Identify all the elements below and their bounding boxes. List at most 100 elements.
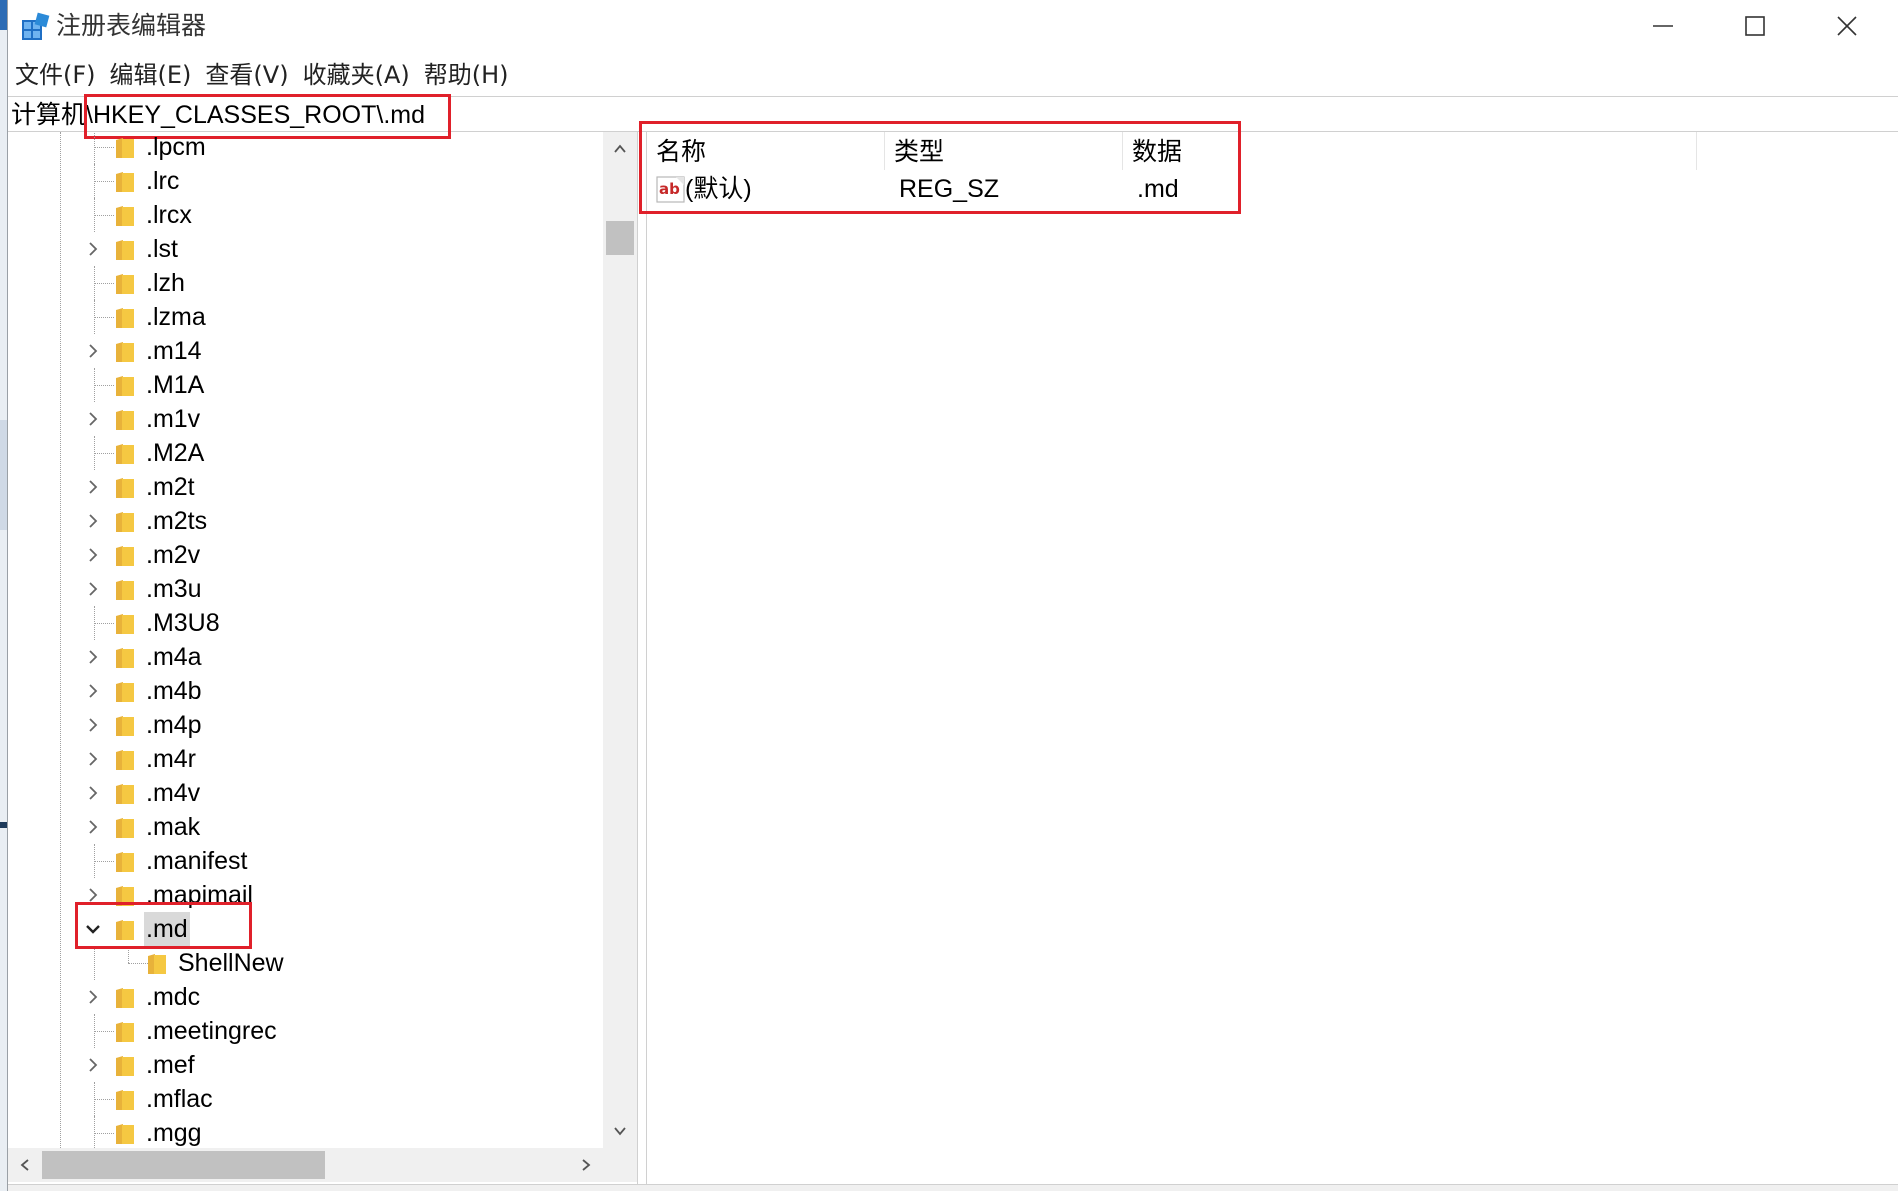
menu-edit[interactable]: 编辑(E) (103, 55, 199, 95)
tree-guide-line (94, 1031, 114, 1032)
chevron-right-icon[interactable] (84, 648, 102, 666)
tree-item-label: .mef (146, 1051, 195, 1079)
folder-icon (116, 1056, 134, 1076)
scroll-right-button[interactable] (569, 1148, 603, 1182)
window-title: 注册表编辑器 (56, 11, 207, 40)
folder-icon (116, 172, 134, 192)
tree-item-label: .m3u (146, 575, 202, 603)
tree-key-item[interactable]: .M3U8 (8, 606, 603, 640)
folder-icon (116, 1022, 134, 1042)
tree-item-label: .m4a (146, 643, 202, 671)
tree-guide-line (94, 1099, 114, 1100)
chevron-right-icon[interactable] (84, 988, 102, 1006)
tree-vertical-scrollbar[interactable] (603, 132, 637, 1148)
chevron-right-icon[interactable] (84, 478, 102, 496)
chevron-right-icon[interactable] (84, 580, 102, 598)
tree-item-label: .m2ts (146, 507, 208, 535)
menu-favorites[interactable]: 收藏夹(A) (296, 55, 417, 95)
tree-key-item[interactable]: .lpcm (8, 132, 603, 164)
tree-item-label: .m2v (146, 541, 201, 569)
tree-horizontal-scrollbar[interactable] (8, 1148, 603, 1182)
tree-key-item[interactable]: .mgg (8, 1116, 603, 1148)
tree-subkey-item[interactable]: ShellNew (8, 946, 603, 980)
tree-key-item[interactable]: .meetingrec (8, 1014, 603, 1048)
scroll-thumb[interactable] (606, 221, 634, 255)
chevron-right-icon[interactable] (84, 818, 102, 836)
tree-key-item[interactable]: .m4b (8, 674, 603, 708)
chevron-right-icon[interactable] (84, 546, 102, 564)
menu-bar: 文件(F) 编辑(E) 查看(V) 收藏夹(A) 帮助(H) (8, 55, 516, 95)
folder-icon (116, 614, 134, 634)
folder-icon (116, 988, 134, 1008)
menu-help[interactable]: 帮助(H) (417, 55, 516, 95)
tree-key-item[interactable]: .mak (8, 810, 603, 844)
tree-key-item[interactable]: .m14 (8, 334, 603, 368)
hscroll-thumb[interactable] (42, 1151, 325, 1179)
tree-key-item[interactable]: .M1A (8, 368, 603, 402)
tree-item-label: .lst (146, 235, 178, 263)
folder-icon (116, 478, 134, 498)
chevron-right-icon[interactable] (84, 1056, 102, 1074)
minimize-button[interactable] (1617, 0, 1709, 52)
tree-key-item[interactable]: .m2v (8, 538, 603, 572)
tree-key-item[interactable]: .m4a (8, 640, 603, 674)
tree-item-label: .mdc (146, 983, 201, 1011)
tree-key-item[interactable]: .lzma (8, 300, 603, 334)
chevron-right-icon[interactable] (84, 716, 102, 734)
annotation-box-values (639, 121, 1241, 214)
menu-view[interactable]: 查看(V) (198, 55, 295, 95)
tree-key-item[interactable]: .m4v (8, 776, 603, 810)
tree-key-item[interactable]: .m2ts (8, 504, 603, 538)
folder-icon (116, 784, 134, 804)
tree-key-item[interactable]: .lst (8, 232, 603, 266)
tree-item-label: .m4v (146, 779, 201, 807)
tree-key-item[interactable]: .mef (8, 1048, 603, 1082)
scroll-up-button[interactable] (603, 132, 637, 166)
tree-guide-line (94, 317, 114, 318)
tree-key-item[interactable]: .m4p (8, 708, 603, 742)
folder-icon (116, 206, 134, 226)
menu-file[interactable]: 文件(F) (8, 55, 103, 95)
chevron-right-icon[interactable] (84, 784, 102, 802)
tree-key-item[interactable]: .m4r (8, 742, 603, 776)
chevron-up-icon (614, 144, 626, 153)
tree-key-item[interactable]: .mflac (8, 1082, 603, 1116)
tree-item-label: .manifest (146, 847, 248, 875)
maximize-button[interactable] (1709, 0, 1801, 52)
tree-key-item[interactable]: .m3u (8, 572, 603, 606)
title-bar[interactable]: 注册表编辑器 (8, 0, 1898, 52)
chevron-right-icon[interactable] (84, 342, 102, 360)
folder-icon (116, 410, 134, 430)
tree-key-item[interactable]: .lzh (8, 266, 603, 300)
maximize-icon (1745, 16, 1765, 36)
chevron-right-icon[interactable] (84, 410, 102, 428)
tree-guide-line (94, 946, 95, 980)
chevron-right-icon[interactable] (84, 682, 102, 700)
folder-icon (116, 138, 134, 158)
folder-icon (116, 1124, 134, 1144)
tree-key-item[interactable]: .m1v (8, 402, 603, 436)
scroll-down-button[interactable] (603, 1114, 637, 1148)
chevron-right-icon[interactable] (84, 240, 102, 258)
close-button[interactable] (1801, 0, 1893, 52)
tree-key-item[interactable]: .manifest (8, 844, 603, 878)
tree-item-label: .m4b (146, 677, 202, 705)
tree-item-label: .M2A (146, 439, 205, 467)
tree-key-item[interactable]: .M2A (8, 436, 603, 470)
scroll-left-button[interactable] (8, 1148, 42, 1182)
key-tree: .lpcm .lrc .lrcx .lst .lzh .lzma .m14 .M1A .m1v.… (8, 132, 603, 1148)
folder-icon (116, 342, 134, 362)
regedit-app-icon (22, 12, 50, 40)
tree-key-item[interactable]: .m2t (8, 470, 603, 504)
folder-icon (116, 750, 134, 770)
folder-icon (116, 716, 134, 736)
chevron-right-icon[interactable] (84, 750, 102, 768)
tree-key-item[interactable]: .lrcx (8, 198, 603, 232)
desktop-edge (0, 0, 7, 1191)
folder-icon (148, 954, 166, 974)
tree-key-item[interactable]: .mdc (8, 980, 603, 1014)
tree-key-item[interactable]: .lrc (8, 164, 603, 198)
desktop-fragment (0, 0, 7, 30)
tree-item-label: .m1v (146, 405, 201, 433)
chevron-right-icon[interactable] (84, 512, 102, 530)
